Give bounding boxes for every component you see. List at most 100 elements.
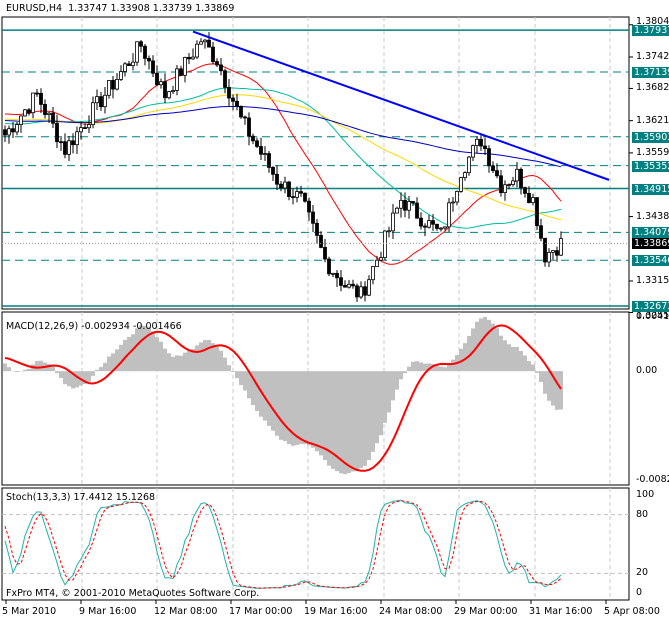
macd-histogram-bar — [435, 365, 439, 372]
macd-histogram-bar — [507, 344, 511, 372]
macd-histogram-bar — [219, 350, 223, 372]
candle-body — [155, 72, 159, 86]
price-axis-label: 1.37425 — [636, 51, 669, 62]
macd-histogram-bar — [27, 368, 31, 372]
candle-body — [251, 135, 255, 142]
candle-body — [75, 131, 79, 146]
candle-body — [31, 92, 35, 114]
candle-body — [95, 96, 99, 104]
macd-histogram-bar — [231, 371, 235, 372]
macd-histogram-bar — [511, 346, 515, 372]
candle-body — [211, 46, 215, 62]
macd-histogram-bar — [299, 371, 303, 445]
macd-histogram-bar — [515, 347, 519, 372]
macd-histogram-bar — [163, 348, 167, 372]
candle-body — [455, 191, 459, 203]
macd-axis-label: -0.00828 — [636, 474, 669, 485]
candle-body — [107, 80, 111, 96]
stoch-axis-label: 0 — [636, 587, 643, 598]
candle-body — [171, 90, 175, 93]
candle-body — [535, 197, 539, 227]
macd-histogram-bar — [223, 357, 227, 372]
candle-body — [419, 217, 423, 227]
candle-body — [259, 146, 263, 155]
candle-body — [27, 109, 31, 114]
candle-body — [295, 191, 299, 198]
symbol-label: EURUSD,H4 — [6, 3, 63, 14]
time-axis-label: 5 Mar 2010 — [2, 606, 57, 617]
candle-body — [307, 200, 311, 213]
candle-body — [523, 187, 527, 194]
candle-body — [267, 153, 271, 168]
candle-body — [375, 259, 379, 267]
candle-body — [91, 102, 95, 125]
candle-body — [227, 86, 231, 99]
candle-body — [3, 129, 7, 136]
macd-histogram-bar — [171, 356, 175, 372]
macd-histogram-bar — [91, 371, 95, 376]
macd-histogram-bar — [207, 339, 211, 372]
macd-histogram-bar — [283, 371, 287, 442]
macd-histogram-bar — [495, 328, 499, 372]
candle-body — [439, 227, 443, 230]
candle-body — [119, 71, 123, 80]
time-axis-label: 19 Mar 16:00 — [304, 606, 368, 617]
close-value: 1.33869 — [195, 3, 235, 14]
macd-histogram-bar — [439, 366, 443, 372]
price-level-tag: 1.37139 — [632, 66, 669, 78]
macd-histogram-bar — [535, 371, 539, 373]
candle-body — [531, 197, 535, 204]
candle-body — [231, 97, 235, 102]
price-level-tag: 1.33546 — [632, 255, 669, 267]
candle-body — [239, 105, 243, 118]
candle-body — [527, 192, 531, 204]
macd-histogram-bar — [23, 369, 27, 372]
candle-body — [427, 220, 431, 228]
candle-body — [87, 124, 91, 129]
macd-histogram-bar — [195, 345, 199, 372]
macd-histogram-bar — [155, 337, 159, 372]
time-axis-label: 5 Apr 08:00 — [604, 606, 660, 617]
candle-body — [199, 41, 203, 45]
candle-body — [551, 250, 555, 253]
candle-body — [279, 183, 283, 189]
candle-body — [391, 212, 395, 232]
candle-body — [311, 211, 315, 224]
chart-canvas[interactable] — [0, 0, 669, 621]
candle-body — [191, 56, 195, 60]
macd-histogram-bar — [187, 350, 191, 372]
macd-histogram-bar — [183, 352, 187, 372]
macd-histogram-bar — [355, 371, 359, 472]
candle-body — [539, 225, 543, 239]
candle-body — [287, 181, 291, 197]
candle-body — [363, 286, 367, 296]
macd-histogram-bar — [503, 340, 507, 372]
symbol-info: EURUSD,H4 1.33747 1.33908 1.33739 1.3386… — [6, 3, 234, 14]
candle-body — [271, 166, 275, 175]
macd-histogram-bar — [159, 341, 163, 372]
candle-body — [19, 115, 23, 125]
candle-body — [47, 112, 51, 115]
time-axis-label: 9 Mar 16:00 — [79, 606, 137, 617]
candle-body — [235, 100, 239, 107]
macd-histogram-bar — [547, 371, 551, 401]
macd-histogram-bar — [107, 356, 111, 372]
macd-histogram-bar — [451, 359, 455, 372]
macd-histogram-bar — [559, 371, 563, 410]
candle-body — [135, 41, 139, 63]
macd-histogram-bar — [295, 371, 299, 446]
candle-body — [387, 230, 391, 233]
candle-body — [343, 284, 347, 288]
low-value: 1.33739 — [152, 3, 193, 14]
candle-body — [219, 64, 223, 72]
macd-histogram-bar — [499, 335, 503, 372]
macd-histogram-bar — [67, 371, 71, 387]
candle-body — [379, 257, 383, 261]
macd-histogram-bar — [227, 365, 231, 372]
candle-body — [383, 230, 387, 259]
macd-histogram-bar — [95, 369, 99, 372]
candle-body — [303, 192, 307, 202]
macd-histogram-bar — [487, 319, 491, 372]
candle-body — [187, 56, 191, 60]
macd-histogram-bar — [523, 355, 527, 372]
